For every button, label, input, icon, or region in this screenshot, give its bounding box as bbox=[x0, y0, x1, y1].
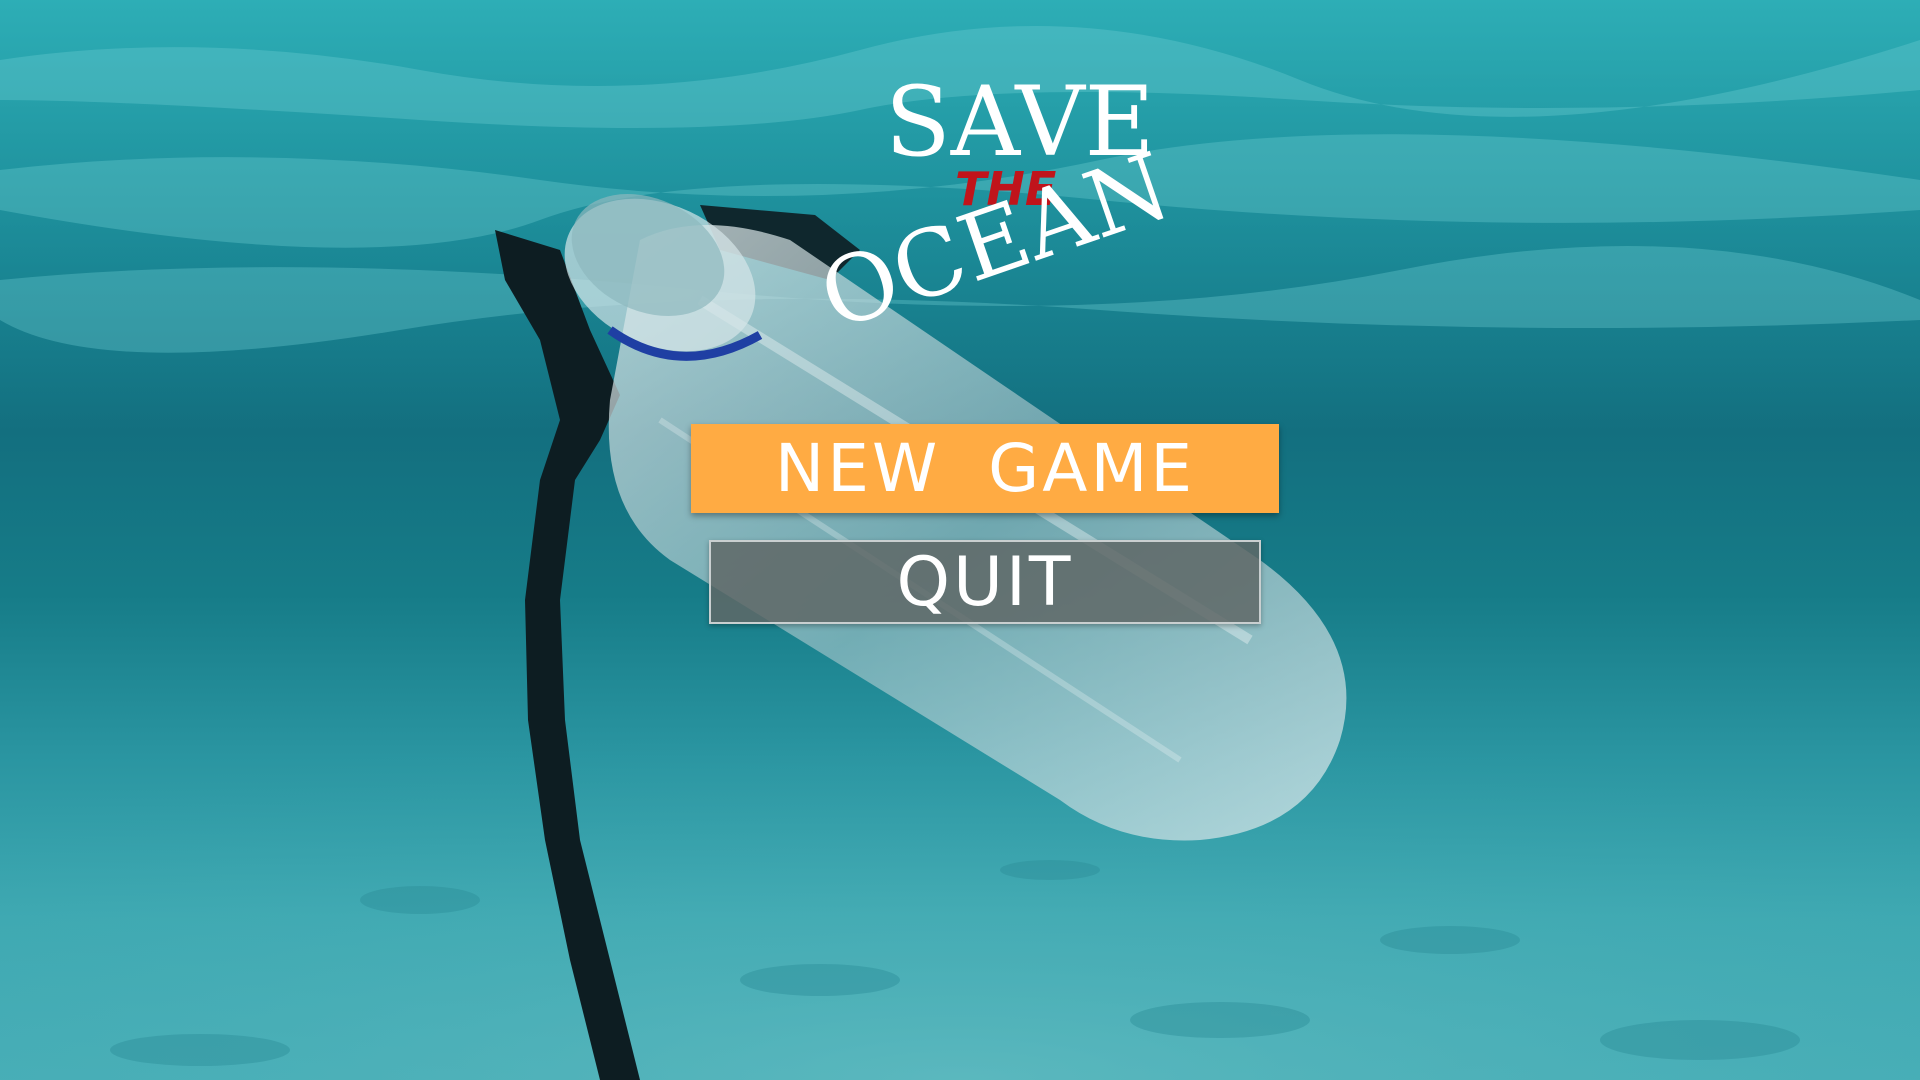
game-title-logo: SAVE THE OCEAN bbox=[820, 66, 1180, 345]
new-game-label: NEW GAME bbox=[774, 430, 1196, 507]
quit-label: QUIT bbox=[896, 542, 1074, 622]
new-game-button[interactable]: NEW GAME bbox=[691, 424, 1279, 513]
quit-button[interactable]: QUIT bbox=[709, 540, 1261, 624]
game-main-menu: SAVE THE OCEAN NEW GAME QUIT bbox=[0, 0, 1920, 1080]
